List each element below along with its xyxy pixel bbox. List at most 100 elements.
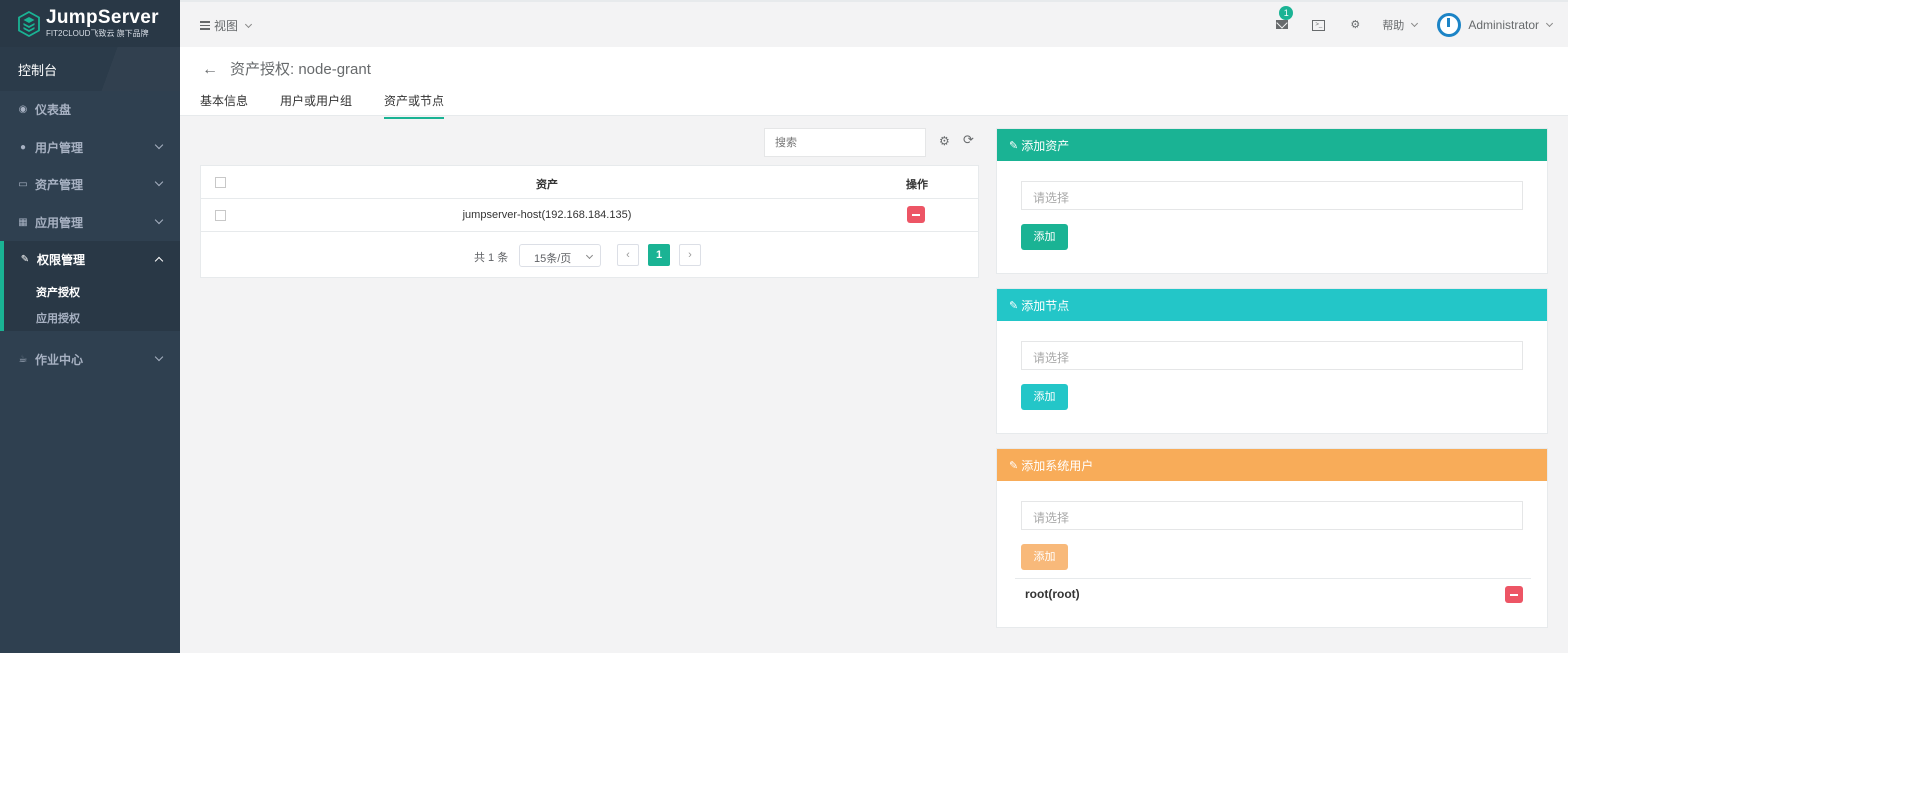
asset-select[interactable]: 请选择 <box>1021 181 1523 210</box>
avatar <box>1437 12 1462 37</box>
card-header: ✎ 添加资产 <box>997 129 1547 161</box>
add-node-button[interactable]: 添加 <box>1021 384 1068 410</box>
sidebar-item-label: 作业中心 <box>35 352 84 367</box>
system-user-select[interactable]: 请选择 <box>1021 501 1523 530</box>
top-navbar: 视图 1 >_ ⚙ 帮助 Administrator <box>180 0 1568 47</box>
card-title: 添加资产 <box>1021 138 1070 153</box>
chevron-down-icon <box>154 177 164 187</box>
back-arrow-icon[interactable]: ← <box>202 61 218 79</box>
table-row: jumpserver-host(192.168.184.135) <box>201 199 978 232</box>
jumpserver-logo-icon <box>18 10 40 37</box>
prev-page-button[interactable]: ‹ <box>617 244 639 266</box>
node-select[interactable]: 请选择 <box>1021 341 1523 370</box>
list-item: root(root) <box>1015 578 1531 618</box>
add-node-card: ✎ 添加节点 请选择 添加 <box>996 288 1548 434</box>
page-size-select[interactable]: 15条/页 <box>519 244 601 267</box>
brand-logo[interactable]: JumpServer FIT2CLOUD飞致云 旗下品牌 <box>0 0 180 47</box>
remove-system-user-button[interactable] <box>1505 586 1523 603</box>
page-size-value: 15条/页 <box>534 253 572 265</box>
chevron-up-icon <box>154 256 164 266</box>
edit-icon: ✎ <box>1009 299 1019 312</box>
gear-icon: ⚙ <box>1350 18 1361 31</box>
edit-icon: ✎ <box>1009 459 1019 472</box>
sidebar-item-label: 资产管理 <box>35 178 84 193</box>
card-header: ✎ 添加节点 <box>997 289 1547 321</box>
card-header: ✎ 添加系统用户 <box>997 449 1547 481</box>
next-page-button[interactable]: › <box>679 244 701 266</box>
add-system-user-card: ✎ 添加系统用户 请选择 添加 root(root) <box>996 448 1548 628</box>
user-menu[interactable]: Administrator <box>1437 12 1554 37</box>
menu-icon <box>200 19 210 32</box>
sidebar-item-dashboard[interactable]: ◉ 仪表盘 <box>0 91 180 129</box>
sidebar-item-permissions[interactable]: ✎ 权限管理 <box>4 241 180 279</box>
notifications-button[interactable]: 1 <box>1276 5 1294 32</box>
sidebar-item-jobs[interactable]: ☕ 作业中心 <box>0 341 180 379</box>
pagination: 共 1 条 15条/页 ‹ 1 › <box>201 244 978 268</box>
settings-button[interactable]: ⚙ <box>1348 18 1362 32</box>
chevron-down-icon <box>244 20 253 28</box>
pagination-total: 共 1 条 <box>474 252 509 264</box>
tab-basic-info[interactable]: 基本信息 <box>200 92 248 119</box>
chevron-down-icon <box>585 251 594 260</box>
search-input[interactable] <box>764 128 926 157</box>
terminal-icon: >_ <box>1312 19 1326 31</box>
page-title: 资产授权: node-grant <box>230 61 371 78</box>
dashboard-icon: ◉ <box>18 104 28 116</box>
sidebar: JumpServer FIT2CLOUD飞致云 旗下品牌 控制台 ◉ 仪表盘 ●… <box>0 0 180 653</box>
sidebar-item-label: 仪表盘 <box>35 103 72 118</box>
chevron-down-icon <box>154 215 164 224</box>
column-header-asset[interactable]: 资产 <box>401 176 693 192</box>
help-menu[interactable]: 帮助 <box>1382 17 1419 33</box>
chevron-down-icon <box>154 140 164 149</box>
system-user-name: root(root) <box>1025 587 1080 601</box>
sidebar-item-users[interactable]: ● 用户管理 <box>0 129 180 167</box>
sidebar-subitem-asset-permission[interactable]: 资产授权 <box>4 279 180 305</box>
sidebar-group-permissions: ✎ 权限管理 资产授权 应用授权 <box>0 241 180 331</box>
tab-users-groups[interactable]: 用户或用户组 <box>280 92 352 119</box>
asset-name-cell: jumpserver-host(192.168.184.135) <box>462 209 632 221</box>
brand-name: JumpServer <box>46 7 159 28</box>
select-all-checkbox[interactable] <box>215 177 226 188</box>
navbar-right: 1 >_ ⚙ 帮助 Administrator <box>1268 2 1568 47</box>
sidebar-item-assets[interactable]: ▭ 资产管理 <box>0 166 180 204</box>
row-checkbox[interactable] <box>215 210 226 221</box>
add-system-user-button[interactable]: 添加 <box>1021 544 1068 570</box>
sidebar-item-label: 用户管理 <box>35 140 84 155</box>
add-asset-button[interactable]: 添加 <box>1021 224 1068 250</box>
coffee-icon: ☕ <box>18 353 28 365</box>
envelope-icon <box>1276 19 1289 29</box>
chevron-down-icon <box>154 352 164 361</box>
console-link[interactable]: 控制台 <box>0 47 180 91</box>
chevron-down-icon <box>1545 19 1554 27</box>
brand-tagline: FIT2CLOUD飞致云 旗下品牌 <box>46 29 149 38</box>
sidebar-item-label: 权限管理 <box>37 253 86 268</box>
remove-asset-button[interactable] <box>907 206 925 223</box>
web-terminal-button[interactable]: >_ <box>1312 18 1326 32</box>
sidebar-subitem-app-permission[interactable]: 应用授权 <box>4 305 180 331</box>
notification-badge: 1 <box>1279 5 1294 20</box>
add-asset-card: ✎ 添加资产 请选择 添加 <box>996 128 1548 274</box>
view-menu-label: 视图 <box>214 19 239 33</box>
edit-icon: ✎ <box>1009 139 1019 152</box>
page-number-button[interactable]: 1 <box>648 244 670 266</box>
card-title: 添加节点 <box>1021 298 1070 313</box>
inbox-icon: ▭ <box>18 179 28 191</box>
column-header-action: 操作 <box>906 179 928 191</box>
sidebar-item-label: 应用管理 <box>35 215 84 230</box>
chevron-down-icon <box>1411 19 1419 27</box>
help-menu-label: 帮助 <box>1382 19 1405 32</box>
grid-icon: ▦ <box>18 216 28 228</box>
page-header: ← 资产授权: node-grant 基本信息 用户或用户组 资产或节点 <box>180 47 1568 119</box>
users-icon: ● <box>19 141 27 153</box>
card-title: 添加系统用户 <box>1021 458 1094 473</box>
column-settings-icon[interactable]: ⚙ <box>939 134 950 148</box>
username: Administrator <box>1468 17 1539 32</box>
tab-assets-nodes[interactable]: 资产或节点 <box>384 92 445 119</box>
tab-bar: 基本信息 用户或用户组 资产或节点 <box>200 92 476 119</box>
asset-table: 资产 操作 jumpserver-host(192.168.184.135) 共… <box>200 165 979 278</box>
refresh-icon[interactable]: ⟳ <box>963 132 974 148</box>
edit-icon: ✎ <box>20 254 30 266</box>
sidebar-item-applications[interactable]: ▦ 应用管理 <box>0 204 180 242</box>
app-window: JumpServer FIT2CLOUD飞致云 旗下品牌 控制台 ◉ 仪表盘 ●… <box>0 0 1568 653</box>
view-menu[interactable]: 视图 <box>200 17 253 34</box>
